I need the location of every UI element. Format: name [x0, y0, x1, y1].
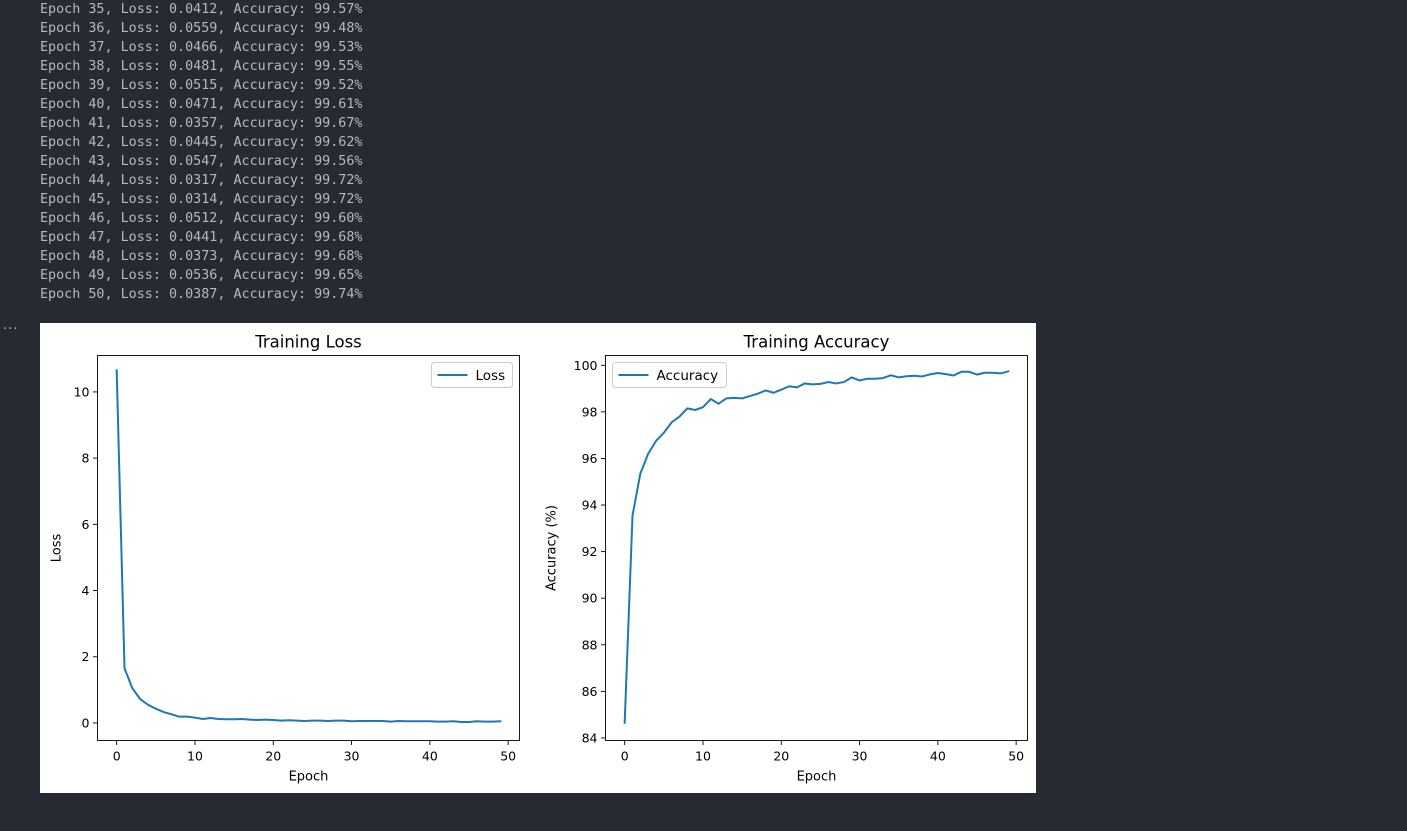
y-tick-label: 8 [82, 451, 90, 466]
x-tick-label: 30 [344, 749, 360, 764]
y-tick-label: 98 [582, 404, 598, 419]
x-tick-label: 0 [113, 749, 121, 764]
log-line: Epoch 48, Loss: 0.0373, Accuracy: 99.68% [40, 249, 363, 264]
training-log-output: Epoch 35, Loss: 0.0412, Accuracy: 99.57%… [40, 0, 362, 304]
y-tick-label: 10 [74, 384, 90, 399]
legend-label: Loss [476, 368, 506, 384]
y-axis-label: Loss [50, 534, 65, 563]
log-line: Epoch 46, Loss: 0.0512, Accuracy: 99.60% [40, 211, 363, 226]
axes-frame [97, 355, 520, 741]
chart-title: Training Accuracy [743, 333, 890, 352]
series-line-loss [115, 369, 502, 723]
log-line: Epoch 41, Loss: 0.0357, Accuracy: 99.67% [40, 116, 363, 131]
chart-title: Training Loss [254, 333, 362, 352]
log-line: Epoch 38, Loss: 0.0481, Accuracy: 99.55% [40, 59, 363, 74]
x-tick-label: 10 [187, 749, 203, 764]
chart-accuracy: Training Accuracy 0 10 20 30 40 50 84 86 88 90 92 94… [545, 333, 1028, 785]
matplotlib-figure: Training Loss 0 10 20 30 40 50 0 2 4 6 8 10 Epoch Loss… [40, 323, 1036, 793]
x-tick-label: 40 [930, 749, 946, 764]
y-tick-label: 86 [582, 684, 598, 699]
figure-svg: Training Loss 0 10 20 30 40 50 0 2 4 6 8 10 Epoch Loss… [50, 333, 1028, 785]
y-tick-label: 6 [82, 517, 90, 532]
log-line: Epoch 40, Loss: 0.0471, Accuracy: 99.61% [40, 97, 363, 112]
axes-frame [605, 355, 1028, 741]
x-tick-label: 20 [773, 749, 789, 764]
x-axis-label: Epoch [797, 770, 837, 785]
y-tick-label: 94 [582, 498, 598, 513]
series-line-accuracy [623, 370, 1010, 724]
chart-loss: Training Loss 0 10 20 30 40 50 0 2 4 6 8 10 Epoch Loss… [50, 333, 520, 785]
x-tick-label: 50 [500, 749, 516, 764]
log-line: Epoch 37, Loss: 0.0466, Accuracy: 99.53% [40, 40, 363, 55]
y-tick-label: 84 [582, 730, 598, 745]
legend: Loss [431, 362, 513, 388]
log-line: Epoch 47, Loss: 0.0441, Accuracy: 99.68% [40, 230, 363, 245]
y-tick-label: 100 [574, 358, 598, 373]
x-tick-label: 30 [852, 749, 868, 764]
log-line: Epoch 50, Loss: 0.0387, Accuracy: 99.74% [40, 287, 363, 302]
log-line: Epoch 42, Loss: 0.0445, Accuracy: 99.62% [40, 135, 363, 150]
log-line: Epoch 43, Loss: 0.0547, Accuracy: 99.56% [40, 154, 363, 169]
log-line: Epoch 35, Loss: 0.0412, Accuracy: 99.57% [40, 2, 363, 17]
y-tick-label: 88 [582, 637, 598, 652]
y-tick-label: 96 [582, 451, 598, 466]
y-tick-label: 90 [582, 591, 598, 606]
x-tick-label: 0 [621, 749, 629, 764]
log-line: Epoch 44, Loss: 0.0317, Accuracy: 99.72% [40, 173, 363, 188]
x-axis-label: Epoch [289, 770, 329, 785]
log-line: Epoch 45, Loss: 0.0314, Accuracy: 99.72% [40, 192, 363, 207]
x-tick-label: 50 [1008, 749, 1024, 764]
x-tick-label: 40 [422, 749, 438, 764]
x-tick-label: 10 [695, 749, 711, 764]
y-tick-label: 2 [82, 649, 90, 664]
log-line: Epoch 49, Loss: 0.0536, Accuracy: 99.65% [40, 268, 363, 283]
log-line: Epoch 36, Loss: 0.0559, Accuracy: 99.48% [40, 21, 363, 36]
y-tick-label: 92 [582, 544, 598, 559]
y-axis-label: Accuracy (%) [545, 505, 560, 591]
legend-label: Accuracy [657, 368, 719, 384]
y-tick-label: 4 [82, 583, 90, 598]
log-line: Epoch 39, Loss: 0.0515, Accuracy: 99.52% [40, 78, 363, 93]
x-tick-label: 20 [265, 749, 281, 764]
y-tick-label: 0 [82, 715, 90, 730]
output-collapse-toggle[interactable]: ... [3, 318, 18, 333]
legend: Accuracy [612, 362, 727, 388]
